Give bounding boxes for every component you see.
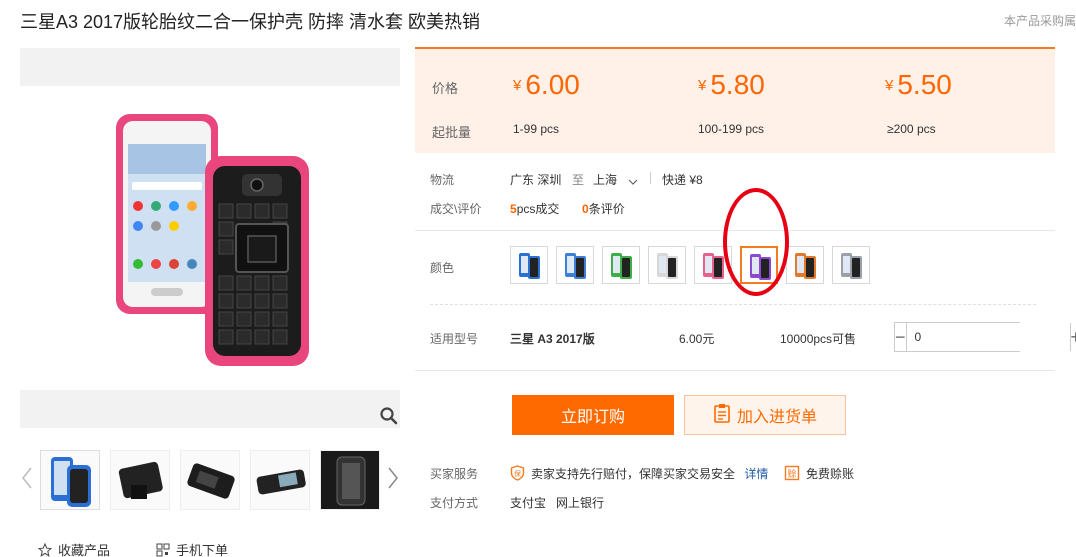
add-to-cart-label: 加入进货单 bbox=[736, 409, 817, 426]
quantity-input[interactable] bbox=[906, 323, 1070, 351]
tier-3-price: ¥5.50 bbox=[885, 69, 952, 100]
deals-row: 成交\评价 5pcs成交 0条评价 bbox=[430, 200, 730, 217]
annotation-circle bbox=[723, 188, 789, 296]
top-right-link[interactable]: 本产品采购属 bbox=[1004, 12, 1076, 29]
favorite-label: 收藏产品 bbox=[58, 543, 111, 557]
details-link[interactable]: 详情 bbox=[744, 467, 768, 481]
tier-2-range: 100-199 pcs bbox=[698, 122, 765, 136]
color-swatch-3[interactable] bbox=[602, 246, 640, 284]
mobile-order-link[interactable]: 手机下单 bbox=[156, 540, 228, 557]
clipboard-icon bbox=[713, 403, 731, 428]
service-label: 买家服务 bbox=[430, 467, 479, 481]
logistics-row: 物流 广东 深圳 至 上海 快递 ¥8 bbox=[430, 171, 730, 188]
minus-icon[interactable]: − bbox=[895, 323, 907, 351]
thumbnail-3[interactable] bbox=[180, 450, 240, 510]
review-count[interactable]: 0条评价 bbox=[582, 200, 625, 217]
plus-icon[interactable]: + bbox=[1069, 323, 1076, 351]
chevron-down-icon bbox=[628, 174, 638, 188]
svg-text:赊: 赊 bbox=[787, 468, 796, 480]
thumbnail-strip bbox=[20, 446, 400, 512]
buy-now-button[interactable]: 立即订购 bbox=[512, 395, 674, 435]
price-panel: 价格 起批量 ¥6.00 1-99 pcs ¥5.80 100-199 pcs … bbox=[415, 47, 1055, 153]
model-label: 适用型号 bbox=[430, 332, 479, 346]
thumb-next-arrow-icon[interactable] bbox=[386, 464, 400, 492]
svg-text:保: 保 bbox=[514, 469, 521, 478]
thumbnail-5[interactable] bbox=[320, 450, 380, 510]
magnifier-icon[interactable] bbox=[379, 406, 399, 426]
dashed-divider bbox=[430, 304, 1036, 305]
model-stock: 10000pcs可售 bbox=[780, 332, 857, 346]
payment-row: 支付方式 支付宝 网上银行 bbox=[430, 494, 730, 511]
logistics-label: 物流 bbox=[430, 173, 455, 187]
gallery-bottom-strip bbox=[20, 390, 400, 428]
star-icon bbox=[37, 542, 53, 557]
color-swatch-1[interactable] bbox=[510, 246, 548, 284]
bill-icon: 赊 bbox=[784, 465, 800, 484]
thumbnail-1[interactable] bbox=[40, 450, 100, 510]
thumbnail-2[interactable] bbox=[110, 450, 170, 510]
product-title: 三星A3 2017版轮胎纹二合一保护壳 防摔 清水套 欧美热销 bbox=[20, 12, 481, 32]
divider bbox=[415, 370, 1055, 371]
color-swatch-2[interactable] bbox=[556, 246, 594, 284]
moq-label: 起批量 bbox=[432, 125, 472, 140]
destination-select[interactable]: 上海 bbox=[593, 171, 638, 188]
model-price: 6.00元 bbox=[679, 332, 715, 346]
tier-1-price: ¥6.00 bbox=[513, 69, 580, 100]
logistics-to: 至 bbox=[572, 173, 585, 187]
main-product-image[interactable] bbox=[20, 86, 400, 390]
tier-2-price: ¥5.80 bbox=[698, 69, 765, 100]
quantity-stepper: − + bbox=[894, 322, 1076, 352]
logistics-origin: 广东 深圳 bbox=[510, 173, 562, 187]
color-swatch-8[interactable] bbox=[832, 246, 870, 284]
thumb-prev-arrow-icon[interactable] bbox=[20, 464, 34, 492]
free-bill-item: 赊 免费赊账 bbox=[784, 465, 854, 484]
deals-label: 成交\评价 bbox=[430, 202, 482, 216]
thumbnail-4[interactable] bbox=[250, 450, 310, 510]
service-row: 买家服务 保 卖家支持先行赔付，保障买家交易安全 详情 赊 免费赊账 bbox=[430, 465, 930, 482]
color-swatch-7[interactable] bbox=[786, 246, 824, 284]
add-to-cart-button[interactable]: 加入进货单 bbox=[684, 395, 846, 435]
tier-1-range: 1-99 pcs bbox=[513, 122, 560, 136]
sold-count[interactable]: 5pcs成交 bbox=[510, 200, 559, 217]
tier-3-range: ≥200 pcs bbox=[887, 122, 936, 136]
express-fee: 快递 ¥8 bbox=[662, 173, 703, 187]
logistics-divider bbox=[650, 172, 651, 184]
favorite-link[interactable]: 收藏产品 bbox=[37, 540, 111, 557]
payment-method-alipay: 支付宝 bbox=[510, 496, 547, 510]
payment-method-bank: 网上银行 bbox=[556, 496, 605, 510]
price-label: 价格 bbox=[432, 81, 459, 96]
model-name: 三星 A3 2017版 bbox=[510, 332, 595, 346]
gallery-top-strip bbox=[20, 48, 400, 86]
payment-label: 支付方式 bbox=[430, 496, 479, 510]
color-label: 颜色 bbox=[430, 261, 455, 275]
mobile-order-label: 手机下单 bbox=[176, 543, 229, 557]
qrcode-icon bbox=[156, 543, 170, 557]
guarantee-item: 保 卖家支持先行赔付，保障买家交易安全 详情 bbox=[510, 465, 768, 484]
shield-icon: 保 bbox=[510, 465, 525, 484]
color-swatch-4[interactable] bbox=[648, 246, 686, 284]
